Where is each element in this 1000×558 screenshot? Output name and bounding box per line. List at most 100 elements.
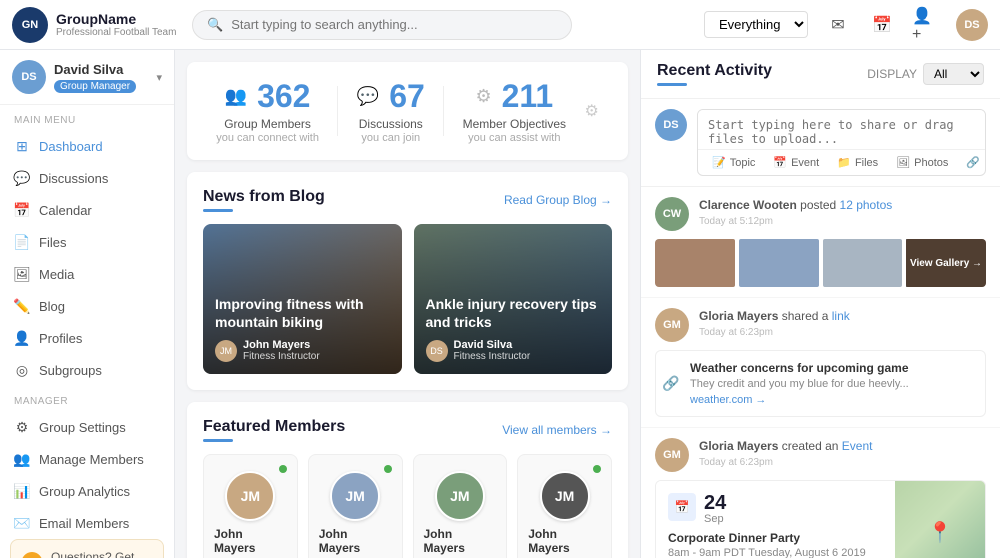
display-select[interactable]: All Mine <box>923 63 984 85</box>
blog-title-1: Improving fitness with mountain biking <box>215 295 390 331</box>
clarence-time: Today at 5:12pm <box>699 216 986 227</box>
link-card[interactable]: 🔗 Weather concerns for upcoming game The… <box>655 350 986 417</box>
sidebar-item-files[interactable]: 📄 Files <box>0 226 174 258</box>
sidebar-item-profiles[interactable]: 👤 Profiles <box>0 322 174 354</box>
blog-author-2-avatar: DS <box>426 340 448 362</box>
event-card[interactable]: 📅 24 Sep Corporate Dinner Party 8am - 9a… <box>655 480 986 558</box>
nav-icons: Everything Members Posts ✉ 📅 👤+ DS <box>704 9 988 41</box>
topic-icon: 📝 <box>712 156 726 169</box>
blog-author-2-role: Fitness Instructor <box>454 351 531 362</box>
objectives-number: 211 <box>502 78 554 115</box>
member-card-1[interactable]: JM John Mayers Groupsite <box>203 454 298 558</box>
featured-members-title: Featured Members <box>203 418 345 442</box>
blog-icon: ✏️ <box>14 298 30 314</box>
link-button[interactable]: 🔗 Link <box>960 154 986 171</box>
blog-card-1[interactable]: Improving fitness with mountain biking J… <box>203 224 402 374</box>
sidebar-item-label: Subgroups <box>39 363 102 378</box>
sidebar-item-label: Group Settings <box>39 420 126 435</box>
featured-members: Featured Members View all members → JM J… <box>187 402 628 558</box>
sidebar-item-label: Email Members <box>39 516 129 531</box>
gloria-time-event: Today at 6:23pm <box>699 457 986 468</box>
objectives-sub: you can assist with <box>468 132 560 144</box>
sidebar-user-name: David Silva <box>54 62 148 77</box>
member-card-3[interactable]: JM John Mayers Groupsite <box>413 454 508 558</box>
sidebar-item-calendar[interactable]: 📅 Calendar <box>0 194 174 226</box>
email-icon: ✉️ <box>14 515 30 531</box>
event-activity-link[interactable]: Event <box>842 439 873 453</box>
topic-button[interactable]: 📝 Topic <box>706 154 761 171</box>
files-icon-toolbar: 📁 <box>837 156 851 169</box>
sidebar-item-discussions[interactable]: 💬 Discussions <box>0 162 174 194</box>
activity-item-event: GM Gloria Mayers created an Event Today … <box>641 428 1000 558</box>
view-gallery-overlay[interactable]: View Gallery → <box>906 239 986 287</box>
user-avatar-nav[interactable]: DS <box>956 9 988 41</box>
photos-link[interactable]: 12 photos <box>840 198 893 212</box>
sidebar-item-group-settings[interactable]: ⚙ Group Settings <box>0 411 174 443</box>
stat-members: 👥 362 Group Members you can connect with <box>216 78 319 144</box>
files-button[interactable]: 📁 Files <box>831 154 884 171</box>
help-button[interactable]: ? Questions? Get Help <box>10 539 164 558</box>
clarence-avatar: CW <box>655 197 689 231</box>
manage-members-icon: 👥 <box>14 451 30 467</box>
calendar-icon[interactable]: 📅 <box>868 11 896 39</box>
blog-author-1-role: Fitness Instructor <box>243 351 320 362</box>
event-month: Sep <box>704 513 726 525</box>
stat-divider-2 <box>443 86 444 136</box>
sidebar-item-blog[interactable]: ✏️ Blog <box>0 290 174 322</box>
members-icon: 👥 <box>225 86 247 107</box>
clarence-desc: Clarence Wooten posted 12 photos <box>699 197 986 214</box>
event-button[interactable]: 📅 Event <box>767 154 825 171</box>
blog-card-2[interactable]: Ankle injury recovery tips and tricks DS… <box>414 224 613 374</box>
photos-button[interactable]: 🖼 Photos <box>890 154 954 171</box>
member-card-2[interactable]: JM John Mayers Groupsite <box>308 454 403 558</box>
photo-thumb-1 <box>655 239 735 287</box>
member-card-4[interactable]: JM John Mayers Groupsite <box>517 454 612 558</box>
search-bar[interactable]: 🔍 <box>192 10 572 40</box>
content-area: 👥 362 Group Members you can connect with… <box>175 50 640 558</box>
add-user-icon[interactable]: 👤+ <box>912 11 940 39</box>
member-avatar-4: JM <box>540 471 590 521</box>
sidebar-item-label: Profiles <box>39 331 82 346</box>
link-card-icon: 🔗 <box>662 375 679 392</box>
filter-select[interactable]: Everything Members Posts <box>704 11 808 38</box>
stats-settings-icon[interactable]: ⚙ <box>584 101 598 121</box>
link-desc: They credit and you my blue for due heev… <box>690 377 975 391</box>
activity-item-link: GM Gloria Mayers shared a link Today at … <box>641 298 1000 428</box>
activity-input-box: 📝 Topic 📅 Event 📁 Files 🖼 Photos <box>697 109 986 176</box>
event-map: 📍 Paris, France View Map <box>895 481 985 558</box>
group-sub: Professional Football Team <box>56 27 176 38</box>
link-activity-link[interactable]: link <box>832 309 850 323</box>
discussions-label: Discussions <box>359 117 423 131</box>
sidebar-item-subgroups[interactable]: ◎ Subgroups <box>0 354 174 386</box>
members-number: 362 <box>257 78 310 115</box>
sidebar-item-label: Discussions <box>39 171 108 186</box>
messages-icon[interactable]: ✉ <box>824 11 852 39</box>
blog-author-2-name: David Silva <box>454 339 531 351</box>
sidebar-item-manage-members[interactable]: 👥 Manage Members <box>0 443 174 475</box>
group-name: GroupName <box>56 11 176 27</box>
member-status-2 <box>384 465 392 473</box>
stat-objectives: ⚙ 211 Member Objectives you can assist w… <box>463 78 566 144</box>
search-icon: 🔍 <box>207 17 223 33</box>
user-chevron[interactable]: ▾ <box>156 71 162 84</box>
sidebar-item-label: Blog <box>39 299 65 314</box>
blog-author-1-name: John Mayers <box>243 339 320 351</box>
sidebar-item-group-analytics[interactable]: 📊 Group Analytics <box>0 475 174 507</box>
right-panel: Recent Activity DISPLAY All Mine DS 📝 To… <box>640 50 1000 558</box>
stat-discussions: 💬 67 Discussions you can join <box>357 78 425 144</box>
main-layout: DS David Silva Group Manager ▾ Main Menu… <box>0 50 1000 558</box>
members-label: Group Members <box>224 117 311 131</box>
discussions-stat-icon: 💬 <box>357 86 379 107</box>
member-avatar-2: JM <box>330 471 380 521</box>
read-blog-link[interactable]: Read Group Blog → <box>504 193 612 207</box>
sidebar-item-media[interactable]: 🖼 Media <box>0 258 174 290</box>
activity-input-field[interactable] <box>698 110 985 146</box>
link-url[interactable]: weather.com → <box>690 394 975 406</box>
view-all-members-link[interactable]: View all members → <box>502 423 612 437</box>
sidebar-item-dashboard[interactable]: ⊞ Dashboard <box>0 130 174 162</box>
right-panel-title: Recent Activity <box>657 62 772 86</box>
gloria-time-link: Today at 6:23pm <box>699 327 986 338</box>
member-avatar-1: JM <box>225 471 275 521</box>
sidebar-item-email-members[interactable]: ✉️ Email Members <box>0 507 174 539</box>
search-input[interactable] <box>231 17 557 32</box>
